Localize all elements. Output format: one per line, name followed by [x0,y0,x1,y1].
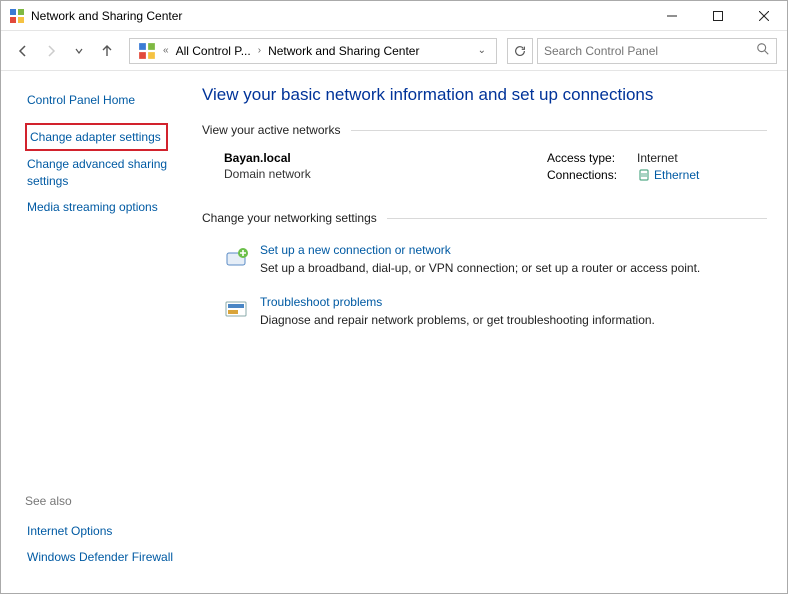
access-type-value: Internet [637,151,678,165]
navigation-bar: « All Control P... › Network and Sharing… [1,31,787,71]
divider [351,130,767,131]
section-header-change-settings: Change your networking settings [202,211,767,225]
sidebar: Control Panel Home Change adapter settin… [1,71,196,592]
troubleshoot-desc: Diagnose and repair network problems, or… [260,313,767,327]
search-icon[interactable] [756,42,770,59]
window-title: Network and Sharing Center [31,9,649,23]
breadcrumb-segment[interactable]: All Control P... [172,44,255,58]
sidebar-item-advanced-sharing[interactable]: Change advanced sharing settings [25,151,180,193]
setting-item-new-connection: Set up a new connection or network Set u… [202,239,767,291]
active-network-block: Bayan.local Domain network Access type: … [202,151,767,185]
connections-label: Connections: [547,168,637,182]
back-button[interactable] [11,39,35,63]
access-type-label: Access type: [547,151,637,165]
maximize-button[interactable] [695,1,741,31]
page-title: View your basic network information and … [202,85,767,105]
sidebar-item-internet-options[interactable]: Internet Options [25,518,180,544]
app-icon [9,8,25,24]
breadcrumb-chevron-icon[interactable]: « [160,45,172,56]
up-button[interactable] [95,39,119,63]
new-connection-link[interactable]: Set up a new connection or network [260,243,451,257]
forward-button[interactable] [39,39,63,63]
troubleshoot-link[interactable]: Troubleshoot problems [260,295,382,309]
see-also-header: See also [25,494,180,508]
new-connection-icon [222,243,252,273]
sidebar-item-home[interactable]: Control Panel Home [25,87,180,113]
ethernet-icon [637,168,651,182]
sidebar-item-firewall[interactable]: Windows Defender Firewall [25,544,180,570]
titlebar: Network and Sharing Center [1,1,787,31]
network-type: Domain network [224,167,547,181]
address-dropdown-icon[interactable]: ⌄ [472,45,492,56]
refresh-button[interactable] [507,38,533,64]
setting-item-troubleshoot: Troubleshoot problems Diagnose and repai… [202,291,767,343]
divider [387,218,767,219]
network-name: Bayan.local [224,151,547,165]
search-input[interactable] [544,44,756,58]
breadcrumb-chevron-icon[interactable]: › [255,45,264,56]
minimize-button[interactable] [649,1,695,31]
main-panel: View your basic network information and … [196,71,787,592]
section-header-active-networks: View your active networks [202,123,767,137]
new-connection-desc: Set up a broadband, dial-up, or VPN conn… [260,261,767,275]
troubleshoot-icon [222,295,252,325]
search-box[interactable] [537,38,777,64]
address-bar[interactable]: « All Control P... › Network and Sharing… [129,38,497,64]
breadcrumb-segment[interactable]: Network and Sharing Center [264,44,423,58]
connection-link[interactable]: Ethernet [637,168,699,182]
close-button[interactable] [741,1,787,31]
sidebar-item-media-streaming[interactable]: Media streaming options [25,194,180,220]
control-panel-icon [138,42,156,60]
recent-dropdown[interactable] [67,39,91,63]
sidebar-item-adapter-settings[interactable]: Change adapter settings [25,123,168,151]
